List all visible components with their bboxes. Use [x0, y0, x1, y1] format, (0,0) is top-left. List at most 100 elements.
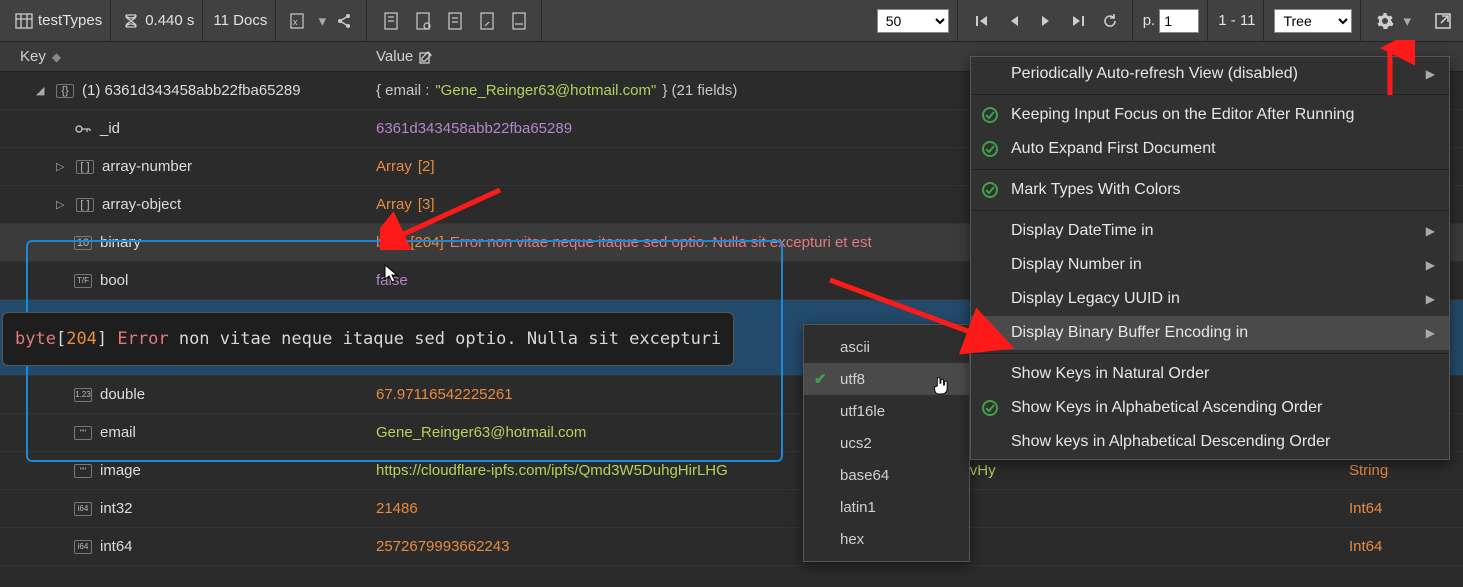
menu-label: Auto Expand First Document — [1011, 140, 1435, 158]
doc-action-2[interactable] — [409, 7, 437, 35]
menu-label: Keeping Input Focus on the Editor After … — [1011, 106, 1435, 124]
field-value: Gene_Reinger63@hotmail.com — [376, 424, 586, 441]
settings-menu-item[interactable]: Keeping Input Focus on the Editor After … — [971, 98, 1449, 132]
encoding-submenu: ascii ✔utf8 utf16le ucs2 base64 latin1 h… — [803, 324, 970, 562]
settings-menu-item[interactable]: Display Number in ▶ — [971, 248, 1449, 282]
field-value: 67.97116542225261 — [376, 386, 513, 403]
settings-menu-item[interactable]: Periodically Auto-refresh View (disabled… — [971, 57, 1449, 91]
enc-utf8[interactable]: ✔utf8 — [804, 363, 969, 395]
settings-menu-item[interactable]: Show Keys in Natural Order — [971, 357, 1449, 391]
int-icon: i64 — [74, 502, 92, 516]
string-icon: "" — [74, 426, 92, 440]
table-icon — [14, 11, 34, 31]
field-row[interactable]: i64 int32 21486 Int64 — [0, 490, 1463, 528]
submenu-arrow-icon: ▶ — [1426, 224, 1435, 238]
menu-label: Display DateTime in — [1011, 222, 1416, 240]
edit-icon[interactable] — [419, 50, 433, 64]
export-excel-button[interactable]: x — [286, 7, 314, 35]
enc-utf16le[interactable]: utf16le — [804, 395, 969, 427]
enc-latin1[interactable]: latin1 — [804, 491, 969, 523]
field-key: array-object — [102, 196, 181, 213]
share-button[interactable] — [330, 7, 358, 35]
submenu-arrow-icon: ▶ — [1426, 292, 1435, 306]
enc-hex[interactable]: hex — [804, 523, 969, 555]
doc-action-5[interactable] — [505, 7, 533, 35]
check-icon — [979, 140, 1001, 158]
popout-button[interactable] — [1429, 7, 1457, 35]
int-icon: i64 — [74, 540, 92, 554]
enc-base64[interactable]: base64 — [804, 459, 969, 491]
field-key: int64 — [100, 538, 133, 555]
menu-label: Periodically Auto-refresh View (disabled… — [1011, 65, 1416, 83]
col-header-key[interactable]: Key ◆ — [0, 48, 370, 65]
page-size-select[interactable]: 50 — [877, 9, 949, 33]
field-key: bool — [100, 272, 128, 289]
expander-icon[interactable]: ▷ — [56, 160, 68, 173]
field-key: _id — [100, 120, 120, 137]
settings-button[interactable] — [1371, 7, 1399, 35]
next-page-button[interactable] — [1032, 7, 1060, 35]
submenu-arrow-icon: ▶ — [1426, 258, 1435, 272]
expander-icon[interactable]: ▷ — [56, 198, 68, 211]
first-page-button[interactable] — [968, 7, 996, 35]
field-type: String — [1349, 462, 1388, 479]
doc-action-1[interactable] — [377, 7, 405, 35]
chevron-down-icon[interactable]: ▾ — [318, 12, 326, 30]
expander-icon[interactable]: ◢ — [36, 84, 48, 97]
last-page-button[interactable] — [1064, 7, 1092, 35]
svg-text:x: x — [293, 17, 298, 27]
collection-name[interactable]: testTypes — [38, 12, 102, 29]
check-icon — [979, 106, 1001, 124]
chevron-down-icon[interactable]: ▾ — [1403, 12, 1411, 30]
submenu-arrow-icon: ▶ — [1426, 326, 1435, 340]
enc-ucs2[interactable]: ucs2 — [804, 427, 969, 459]
check-icon — [979, 181, 1001, 199]
field-row[interactable]: i64 int64 2572679993662243 Int64 — [0, 528, 1463, 566]
menu-label: Show Keys in Natural Order — [1011, 365, 1435, 383]
doc-id-label: (1) 6361d343458abb22fba65289 — [82, 82, 301, 99]
menu-label: Show keys in Alphabetical Descending Ord… — [1011, 433, 1435, 451]
page-input[interactable] — [1159, 9, 1199, 33]
doc-action-3[interactable] — [441, 7, 469, 35]
array-icon: [ ] — [76, 160, 94, 174]
settings-menu-item[interactable]: Display Binary Buffer Encoding in▶ — [971, 316, 1449, 350]
array-icon: [ ] — [76, 198, 94, 212]
menu-label: Display Number in — [1011, 256, 1416, 274]
string-icon: "" — [74, 464, 92, 478]
field-key: email — [100, 424, 136, 441]
settings-menu-item[interactable]: Auto Expand First Document — [971, 132, 1449, 166]
field-value: false — [376, 272, 408, 289]
field-key: double — [100, 386, 145, 403]
menu-label: Mark Types With Colors — [1011, 181, 1435, 199]
binary-icon: 10 — [74, 236, 92, 250]
field-key: image — [100, 462, 141, 479]
doc-action-4[interactable] — [473, 7, 501, 35]
settings-menu-item[interactable]: Show keys in Alphabetical Descending Ord… — [971, 425, 1449, 459]
field-type: Int64 — [1349, 538, 1382, 555]
view-mode-select[interactable]: Tree — [1274, 9, 1352, 33]
field-key: array-number — [102, 158, 192, 175]
field-value: 2572679993662243 — [376, 538, 509, 555]
docs-count: 11 Docs — [213, 12, 267, 29]
refresh-button[interactable] — [1096, 7, 1124, 35]
settings-menu-item[interactable]: Show Keys in Alphabetical Ascending Orde… — [971, 391, 1449, 425]
number-icon: 1.23 — [74, 388, 92, 402]
sort-icon[interactable]: ◆ — [52, 50, 61, 64]
settings-menu-item[interactable]: Display DateTime in ▶ — [971, 214, 1449, 248]
field-key: binary — [100, 234, 141, 251]
field-value: 21486 — [376, 500, 418, 517]
field-value: 6361d343458abb22fba65289 — [376, 120, 572, 137]
settings-menu-item[interactable]: Display Legacy UUID in▶ — [971, 282, 1449, 316]
settings-menu-item[interactable]: Mark Types With Colors — [971, 173, 1449, 207]
field-key: int32 — [100, 500, 133, 517]
doc-icon: {} — [56, 84, 74, 98]
field-type: Int64 — [1349, 500, 1382, 517]
elapsed-time: 0.440 s — [145, 12, 194, 29]
timer-icon — [121, 11, 141, 31]
enc-ascii[interactable]: ascii — [804, 331, 969, 363]
value-tooltip: byte[204] Error non vitae neque itaque s… — [2, 312, 734, 366]
settings-menu: Periodically Auto-refresh View (disabled… — [970, 56, 1450, 460]
prev-page-button[interactable] — [1000, 7, 1028, 35]
bool-icon: T/F — [74, 274, 92, 288]
submenu-arrow-icon: ▶ — [1426, 67, 1435, 81]
